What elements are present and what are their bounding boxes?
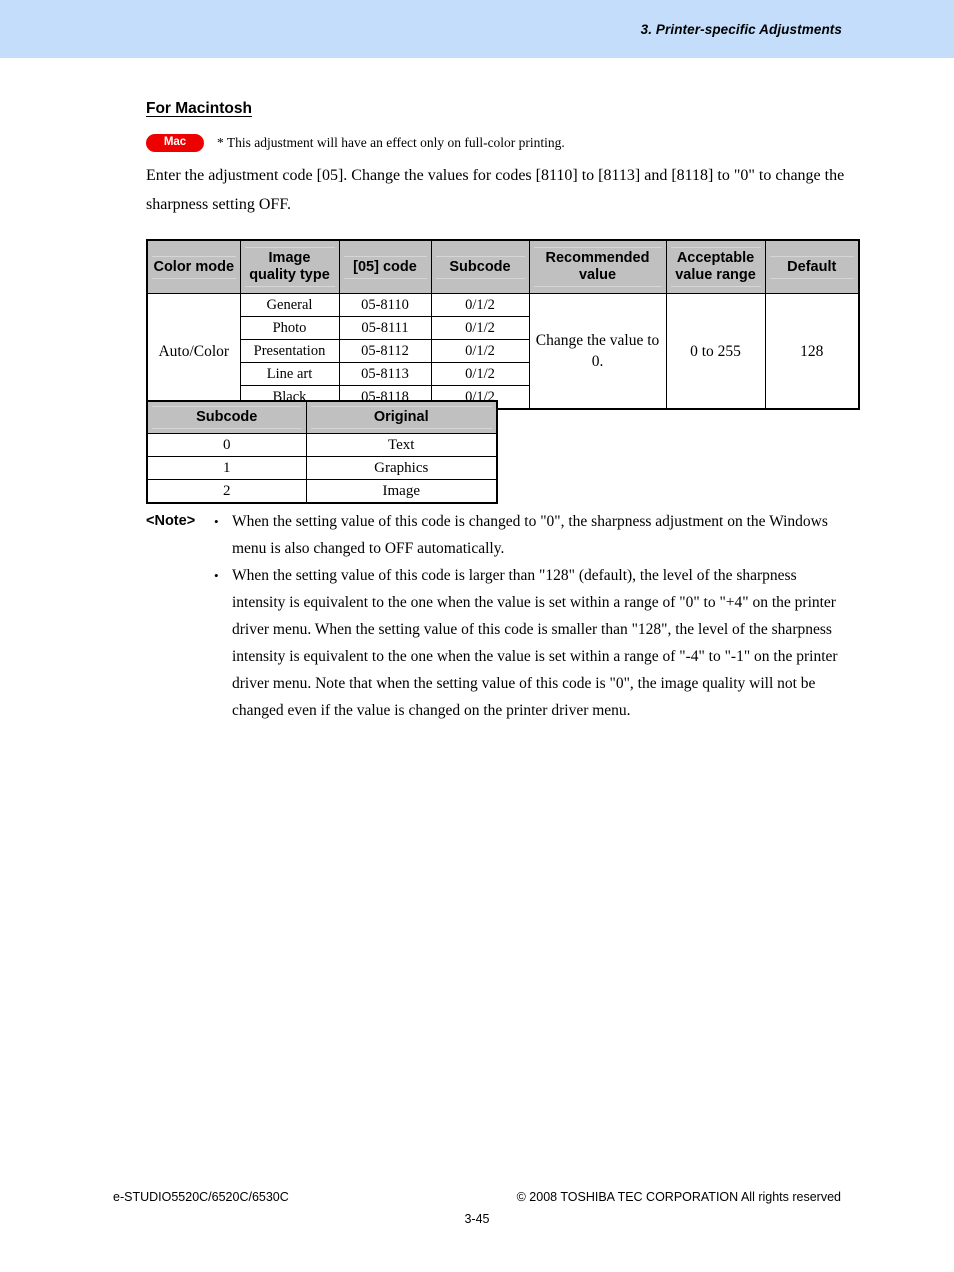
bullet-icon: • — [214, 568, 219, 583]
cell-subcode: 0/1/2 — [430, 316, 530, 340]
column-header-original-label: Original — [310, 406, 492, 429]
cell-original: Image — [305, 479, 498, 504]
adjustment-codes-table: Color mode Image quality type [05] code … — [146, 239, 860, 410]
column-header-acceptable-value-range-label: Acceptable value range — [670, 247, 761, 287]
content-column: For Macintosh Mac * This adjustment will… — [146, 100, 856, 219]
column-header-color-mode-label: Color mode — [152, 255, 236, 279]
column-header-05-code: [05] code — [338, 239, 432, 294]
cell-color-mode: Auto/Color — [146, 293, 241, 410]
list-item: • When the setting value of this code is… — [214, 562, 852, 724]
cell-05-code: 05-8111 — [338, 316, 432, 340]
column-header-color-mode: Color mode — [146, 239, 241, 294]
footer-page-number: 3-45 — [464, 1212, 490, 1226]
note-block: <Note> • When the setting value of this … — [146, 508, 852, 724]
column-header-default-label: Default — [769, 255, 854, 279]
page-title: For Macintosh — [146, 100, 252, 117]
cell-subcode: 0 — [146, 433, 307, 457]
column-header-original: Original — [305, 400, 498, 434]
table-header-row: Subcode Original — [146, 400, 498, 434]
cell-original: Graphics — [305, 456, 498, 480]
note-item-text: When the setting value of this code is l… — [232, 567, 838, 719]
column-header-default: Default — [764, 239, 860, 294]
cell-image-quality-type: General — [239, 293, 340, 317]
column-header-image-quality-type-label: Image quality type — [244, 247, 335, 287]
column-header-subcode: Subcode — [430, 239, 530, 294]
table-row: 2 Image — [146, 479, 498, 504]
table-row: 1 Graphics — [146, 456, 498, 480]
cell-05-code: 05-8112 — [338, 339, 432, 363]
column-header-subcode: Subcode — [146, 400, 307, 434]
note-list: • When the setting value of this code is… — [214, 508, 852, 724]
mac-platform-badge: Mac — [146, 133, 204, 152]
cell-image-quality-type: Line art — [239, 362, 340, 386]
column-header-recommended-value-label: Recommended value — [533, 247, 662, 287]
footer-model-name: e-STUDIO5520C/6520C/6530C — [113, 1190, 289, 1204]
cell-acceptable-value-range: 0 to 255 — [665, 293, 766, 410]
table-row: 0 Text — [146, 433, 498, 457]
cell-subcode: 2 — [146, 479, 307, 504]
column-header-recommended-value: Recommended value — [528, 239, 667, 294]
column-header-05-code-label: [05] code — [343, 255, 427, 279]
badge-footnote-text: * This adjustment will have an effect on… — [217, 134, 565, 150]
list-item: • When the setting value of this code is… — [214, 508, 852, 562]
bullet-icon: • — [214, 514, 219, 529]
cell-image-quality-type: Photo — [239, 316, 340, 340]
page-running-header: 3. Printer-specific Adjustments — [0, 0, 954, 58]
cell-recommended-value: Change the value to 0. — [528, 293, 667, 410]
cell-default: 128 — [764, 293, 860, 410]
column-header-subcode-label: Subcode — [435, 255, 525, 279]
page-footer: e-STUDIO5520C/6520C/6530C © 2008 TOSHIBA… — [0, 1182, 954, 1272]
cell-subcode: 1 — [146, 456, 307, 480]
cell-subcode: 0/1/2 — [430, 339, 530, 363]
chapter-title: 3. Printer-specific Adjustments — [640, 22, 842, 37]
cell-subcode: 0/1/2 — [430, 362, 530, 386]
table-header-row: Color mode Image quality type [05] code … — [146, 239, 860, 294]
column-header-image-quality-type: Image quality type — [239, 239, 340, 294]
cell-image-quality-type: Presentation — [239, 339, 340, 363]
intro-paragraph: Enter the adjustment code [05]. Change t… — [146, 167, 845, 213]
mac-badge-row: Mac * This adjustment will have an effec… — [146, 132, 856, 153]
subcode-legend-table: Subcode Original 0 Text 1 Graphics 2 Ima… — [146, 400, 498, 504]
column-header-acceptable-value-range: Acceptable value range — [665, 239, 766, 294]
cell-subcode: 0/1/2 — [430, 293, 530, 317]
column-header-subcode-label: Subcode — [152, 406, 302, 429]
cell-05-code: 05-8110 — [338, 293, 432, 317]
cell-05-code: 05-8113 — [338, 362, 432, 386]
cell-original: Text — [305, 433, 498, 457]
footer-copyright: © 2008 TOSHIBA TEC CORPORATION All right… — [516, 1190, 841, 1204]
note-label: <Note> — [146, 513, 196, 529]
note-item-text: When the setting value of this code is c… — [232, 513, 828, 557]
table-row: Auto/Color General 05-8110 0/1/2 Change … — [146, 293, 860, 410]
